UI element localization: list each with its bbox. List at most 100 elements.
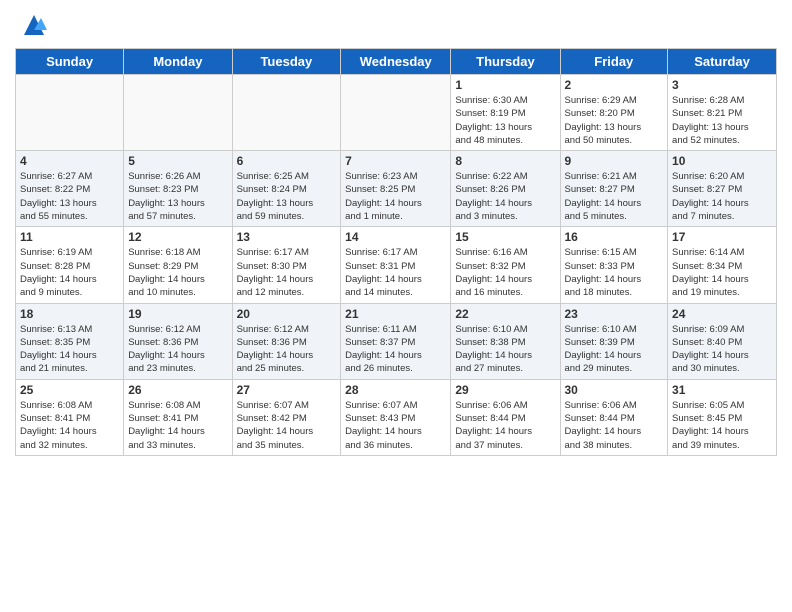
day-info: Sunrise: 6:17 AM Sunset: 8:31 PM Dayligh… — [345, 246, 446, 299]
day-number: 24 — [672, 307, 772, 321]
day-info: Sunrise: 6:09 AM Sunset: 8:40 PM Dayligh… — [672, 323, 772, 376]
day-info: Sunrise: 6:30 AM Sunset: 8:19 PM Dayligh… — [455, 94, 555, 147]
day-number: 12 — [128, 230, 227, 244]
day-info: Sunrise: 6:06 AM Sunset: 8:44 PM Dayligh… — [565, 399, 664, 452]
dow-header: Saturday — [668, 49, 777, 75]
day-info: Sunrise: 6:21 AM Sunset: 8:27 PM Dayligh… — [565, 170, 664, 223]
day-number: 31 — [672, 383, 772, 397]
calendar-cell: 22 Sunrise: 6:10 AM Sunset: 8:38 PM Dayli… — [451, 303, 560, 379]
calendar-cell: 1 Sunrise: 6:30 AM Sunset: 8:19 PM Daylig… — [451, 75, 560, 151]
day-number: 10 — [672, 154, 772, 168]
day-info: Sunrise: 6:22 AM Sunset: 8:26 PM Dayligh… — [455, 170, 555, 223]
day-number: 18 — [20, 307, 119, 321]
day-number: 15 — [455, 230, 555, 244]
calendar-cell — [232, 75, 341, 151]
calendar-cell: 28 Sunrise: 6:07 AM Sunset: 8:43 PM Dayli… — [341, 379, 451, 455]
day-number: 19 — [128, 307, 227, 321]
header — [15, 10, 777, 40]
day-number: 17 — [672, 230, 772, 244]
page: SundayMondayTuesdayWednesdayThursdayFrid… — [0, 0, 792, 612]
day-info: Sunrise: 6:05 AM Sunset: 8:45 PM Dayligh… — [672, 399, 772, 452]
calendar-cell: 29 Sunrise: 6:06 AM Sunset: 8:44 PM Dayli… — [451, 379, 560, 455]
dow-header: Wednesday — [341, 49, 451, 75]
calendar-cell: 10 Sunrise: 6:20 AM Sunset: 8:27 PM Dayli… — [668, 151, 777, 227]
day-number: 28 — [345, 383, 446, 397]
day-number: 3 — [672, 78, 772, 92]
logo-icon — [19, 10, 49, 40]
day-info: Sunrise: 6:06 AM Sunset: 8:44 PM Dayligh… — [455, 399, 555, 452]
calendar-cell: 31 Sunrise: 6:05 AM Sunset: 8:45 PM Dayli… — [668, 379, 777, 455]
day-info: Sunrise: 6:08 AM Sunset: 8:41 PM Dayligh… — [20, 399, 119, 452]
calendar-cell — [341, 75, 451, 151]
day-number: 14 — [345, 230, 446, 244]
day-number: 21 — [345, 307, 446, 321]
calendar-cell: 21 Sunrise: 6:11 AM Sunset: 8:37 PM Dayli… — [341, 303, 451, 379]
day-info: Sunrise: 6:10 AM Sunset: 8:39 PM Dayligh… — [565, 323, 664, 376]
day-info: Sunrise: 6:28 AM Sunset: 8:21 PM Dayligh… — [672, 94, 772, 147]
dow-header: Friday — [560, 49, 668, 75]
calendar-cell: 12 Sunrise: 6:18 AM Sunset: 8:29 PM Dayli… — [124, 227, 232, 303]
calendar-cell: 2Sunrise: 6:29 AM Sunset: 8:20 PM Daylig… — [560, 75, 668, 151]
day-number: 9 — [565, 154, 664, 168]
day-number: 4 — [20, 154, 119, 168]
day-number: 26 — [128, 383, 227, 397]
calendar-cell: 25 Sunrise: 6:08 AM Sunset: 8:41 PM Dayli… — [16, 379, 124, 455]
calendar-cell: 18 Sunrise: 6:13 AM Sunset: 8:35 PM Dayli… — [16, 303, 124, 379]
calendar-cell: 26 Sunrise: 6:08 AM Sunset: 8:41 PM Dayli… — [124, 379, 232, 455]
day-number: 23 — [565, 307, 664, 321]
dow-header: Thursday — [451, 49, 560, 75]
day-info: Sunrise: 6:10 AM Sunset: 8:38 PM Dayligh… — [455, 323, 555, 376]
day-info: Sunrise: 6:13 AM Sunset: 8:35 PM Dayligh… — [20, 323, 119, 376]
day-number: 30 — [565, 383, 664, 397]
day-info: Sunrise: 6:23 AM Sunset: 8:25 PM Dayligh… — [345, 170, 446, 223]
day-info: Sunrise: 6:27 AM Sunset: 8:22 PM Dayligh… — [20, 170, 119, 223]
day-info: Sunrise: 6:17 AM Sunset: 8:30 PM Dayligh… — [237, 246, 337, 299]
day-number: 29 — [455, 383, 555, 397]
calendar-cell: 7 Sunrise: 6:23 AM Sunset: 8:25 PM Daylig… — [341, 151, 451, 227]
day-info: Sunrise: 6:08 AM Sunset: 8:41 PM Dayligh… — [128, 399, 227, 452]
calendar-cell: 23 Sunrise: 6:10 AM Sunset: 8:39 PM Dayli… — [560, 303, 668, 379]
calendar-cell: 3 Sunrise: 6:28 AM Sunset: 8:21 PM Daylig… — [668, 75, 777, 151]
day-number: 1 — [455, 78, 555, 92]
day-number: 25 — [20, 383, 119, 397]
day-number: 22 — [455, 307, 555, 321]
calendar-cell — [16, 75, 124, 151]
calendar-cell: 27Sunrise: 6:07 AM Sunset: 8:42 PM Dayli… — [232, 379, 341, 455]
day-info: Sunrise: 6:15 AM Sunset: 8:33 PM Dayligh… — [565, 246, 664, 299]
calendar-cell: 8Sunrise: 6:22 AM Sunset: 8:26 PM Daylig… — [451, 151, 560, 227]
calendar-cell: 13 Sunrise: 6:17 AM Sunset: 8:30 PM Dayli… — [232, 227, 341, 303]
dow-header: Sunday — [16, 49, 124, 75]
day-number: 20 — [237, 307, 337, 321]
calendar-cell: 16 Sunrise: 6:15 AM Sunset: 8:33 PM Dayli… — [560, 227, 668, 303]
day-info: Sunrise: 6:19 AM Sunset: 8:28 PM Dayligh… — [20, 246, 119, 299]
day-number: 6 — [237, 154, 337, 168]
calendar: SundayMondayTuesdayWednesdayThursdayFrid… — [15, 48, 777, 456]
calendar-cell — [124, 75, 232, 151]
calendar-cell: 4 Sunrise: 6:27 AM Sunset: 8:22 PM Daylig… — [16, 151, 124, 227]
calendar-cell: 19Sunrise: 6:12 AM Sunset: 8:36 PM Dayli… — [124, 303, 232, 379]
day-info: Sunrise: 6:07 AM Sunset: 8:43 PM Dayligh… — [345, 399, 446, 452]
day-number: 11 — [20, 230, 119, 244]
day-number: 7 — [345, 154, 446, 168]
logo — [15, 10, 49, 40]
calendar-cell: 17 Sunrise: 6:14 AM Sunset: 8:34 PM Dayli… — [668, 227, 777, 303]
day-info: Sunrise: 6:16 AM Sunset: 8:32 PM Dayligh… — [455, 246, 555, 299]
calendar-cell: 5 Sunrise: 6:26 AM Sunset: 8:23 PM Daylig… — [124, 151, 232, 227]
day-info: Sunrise: 6:07 AM Sunset: 8:42 PM Dayligh… — [237, 399, 337, 452]
calendar-cell: 6 Sunrise: 6:25 AM Sunset: 8:24 PM Daylig… — [232, 151, 341, 227]
day-info: Sunrise: 6:20 AM Sunset: 8:27 PM Dayligh… — [672, 170, 772, 223]
calendar-cell: 24 Sunrise: 6:09 AM Sunset: 8:40 PM Dayli… — [668, 303, 777, 379]
day-info: Sunrise: 6:18 AM Sunset: 8:29 PM Dayligh… — [128, 246, 227, 299]
calendar-cell: 11 Sunrise: 6:19 AM Sunset: 8:28 PM Dayli… — [16, 227, 124, 303]
day-number: 16 — [565, 230, 664, 244]
calendar-cell: 30 Sunrise: 6:06 AM Sunset: 8:44 PM Dayli… — [560, 379, 668, 455]
day-info: Sunrise: 6:11 AM Sunset: 8:37 PM Dayligh… — [345, 323, 446, 376]
day-info: Sunrise: 6:14 AM Sunset: 8:34 PM Dayligh… — [672, 246, 772, 299]
calendar-cell: 14 Sunrise: 6:17 AM Sunset: 8:31 PM Dayli… — [341, 227, 451, 303]
calendar-cell: 20Sunrise: 6:12 AM Sunset: 8:36 PM Dayli… — [232, 303, 341, 379]
day-number: 2 — [565, 78, 664, 92]
day-number: 13 — [237, 230, 337, 244]
day-info: Sunrise: 6:25 AM Sunset: 8:24 PM Dayligh… — [237, 170, 337, 223]
day-info: Sunrise: 6:26 AM Sunset: 8:23 PM Dayligh… — [128, 170, 227, 223]
day-number: 5 — [128, 154, 227, 168]
